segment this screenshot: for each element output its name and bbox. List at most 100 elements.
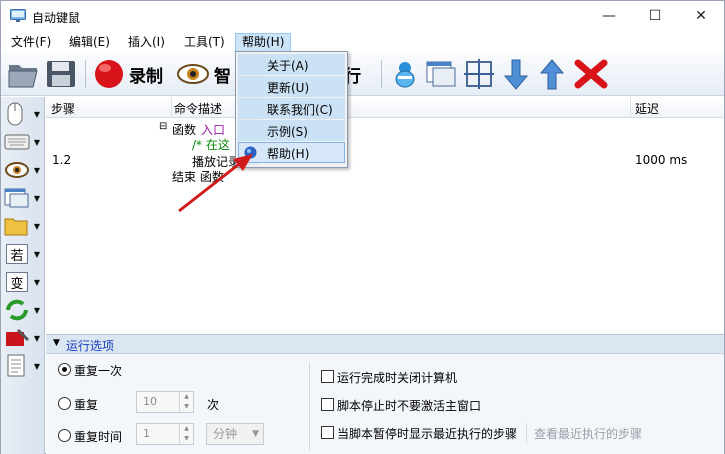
spinner-arrows-icon[interactable]: ▲ ▼	[179, 424, 193, 444]
title-bar: 自动键鼠 — ☐ ✕	[1, 1, 724, 31]
repeat-count-value: 10	[143, 395, 157, 408]
folder-icon	[4, 218, 28, 236]
show-recent-label: 当脚本暂停时显示最近执行的步骤	[337, 427, 518, 441]
radio-repeat[interactable]	[58, 397, 71, 410]
variable-command-button[interactable]: 变 ▼	[4, 269, 42, 295]
column-step[interactable]: 步骤	[51, 100, 75, 117]
side-toolbar: ▼ ▼ ▼ ▼ ▼ 若 ▼ 变 ▼ ▼ ▼ ▼	[1, 97, 45, 454]
file-command-button[interactable]: ▼	[4, 213, 42, 239]
about-label: 关于(A)	[267, 59, 309, 73]
record-label: 录制	[129, 66, 163, 87]
keyboard-icon	[4, 134, 30, 150]
view-recent-link: 查看最近执行的步骤	[534, 427, 643, 441]
menu-file[interactable]: 文件(F)	[5, 33, 57, 52]
more-command-button[interactable]: ▼	[4, 353, 42, 379]
variable-icon: 变	[6, 272, 28, 292]
run-options-header[interactable]: ▼ 运行选项	[46, 335, 724, 354]
repeat-time-value: 1	[143, 427, 150, 440]
eye-icon	[5, 162, 29, 178]
window-icon	[4, 188, 29, 208]
time-unit-value: 分钟	[213, 427, 238, 441]
window-button[interactable]	[425, 58, 457, 90]
checkbox-shutdown[interactable]	[321, 370, 334, 383]
floppy-disk-icon	[47, 61, 75, 87]
menu-item-contact[interactable]: 联系我们(C)	[238, 98, 345, 119]
chevron-down-icon: ▼	[33, 193, 40, 203]
window-command-button[interactable]: ▼	[4, 185, 42, 211]
column-command[interactable]: 命令描述	[174, 100, 222, 117]
crosshair-button[interactable]	[463, 58, 495, 90]
record-button[interactable]: 录制	[93, 58, 163, 90]
app-window: 自动键鼠 — ☐ ✕ 文件(F) 编辑(E) 插入(I) 工具(T) 帮助(H)	[0, 0, 725, 454]
no-activate-label: 脚本停止时不要激活主窗口	[337, 399, 482, 413]
close-button[interactable]: ✕	[678, 1, 724, 31]
mouse-icon	[7, 102, 23, 126]
eye-icon	[177, 64, 209, 84]
bug-icon	[395, 62, 415, 88]
chevron-down-icon: ▼	[252, 429, 259, 439]
delay-value[interactable]: 1000 ms	[635, 153, 687, 167]
delete-button[interactable]	[574, 58, 608, 90]
link-divider	[526, 423, 527, 443]
move-down-button[interactable]	[503, 58, 529, 90]
toolbar-separator	[381, 60, 382, 88]
run-options-title: 运行选项	[66, 339, 115, 353]
help-label: 帮助(H)	[267, 147, 310, 161]
collapse-arrow-icon: ▼	[53, 338, 60, 348]
column-divider[interactable]	[630, 97, 631, 118]
annotation-arrow-icon	[178, 154, 253, 213]
checkbox-no-activate[interactable]	[321, 398, 334, 411]
keyboard-command-button[interactable]: ▼	[4, 129, 42, 155]
spinner-arrows-icon[interactable]: ▲ ▼	[179, 392, 193, 412]
menu-item-about[interactable]: 关于(A)	[238, 54, 345, 75]
menu-insert[interactable]: 插入(I)	[122, 33, 171, 52]
shutdown-label: 运行完成时关闭计算机	[337, 371, 458, 385]
eye-command-button[interactable]: ▼	[4, 157, 42, 183]
mouse-command-button[interactable]: ▼	[4, 101, 42, 127]
move-up-button[interactable]	[539, 58, 565, 90]
chevron-down-icon: ▼	[33, 333, 40, 343]
column-delay[interactable]: 延迟	[635, 100, 659, 117]
collapse-icon[interactable]: ⊟	[159, 121, 167, 132]
times-unit-label: 次	[207, 398, 220, 412]
checkbox-show-recent[interactable]	[321, 426, 334, 439]
minimize-button[interactable]: —	[586, 1, 632, 31]
command-list[interactable]: 步骤 命令描述 延迟 ⊟ 函数 入口 /* 在这 1.2 播放记录 1000 m…	[46, 97, 724, 333]
repeat-time-stepper[interactable]: 1 ▲ ▼	[136, 423, 194, 445]
chevron-down-icon: ▼	[33, 109, 40, 119]
time-unit-select[interactable]: 分钟 ▼	[206, 423, 264, 445]
loop-command-button[interactable]: ▼	[4, 297, 42, 323]
radio-repeat-once[interactable]	[58, 363, 71, 376]
repeat-once-label: 重复一次	[74, 364, 123, 378]
delete-x-icon	[574, 59, 608, 89]
repeat-count-stepper[interactable]: 10 ▲ ▼	[136, 391, 194, 413]
chevron-down-icon: ▼	[33, 221, 40, 231]
debug-button[interactable]	[389, 58, 421, 90]
step-number[interactable]: 1.2	[52, 153, 71, 167]
repeat-label: 重复	[74, 398, 99, 412]
menu-tools[interactable]: 工具(T)	[178, 33, 231, 52]
window-title: 自动键鼠	[32, 11, 81, 25]
open-button[interactable]	[7, 58, 41, 90]
if-command-button[interactable]: 若 ▼	[4, 241, 42, 267]
chevron-down-icon: ▼	[33, 361, 40, 371]
column-divider[interactable]	[171, 97, 172, 118]
save-button[interactable]	[45, 58, 77, 90]
tools-command-button[interactable]: ▼	[4, 325, 42, 351]
menu-item-update[interactable]: 更新(U)	[238, 76, 345, 97]
menu-bar: 文件(F) 编辑(E) 插入(I) 工具(T) 帮助(H)	[1, 31, 724, 52]
chevron-down-icon: ▼	[33, 137, 40, 147]
menu-item-examples[interactable]: 示例(S)	[238, 120, 345, 141]
radio-repeat-time[interactable]	[58, 429, 71, 442]
maximize-button[interactable]: ☐	[632, 1, 678, 31]
update-label: 更新(U)	[267, 81, 310, 95]
folder-open-icon	[8, 65, 38, 88]
chevron-down-icon: ▼	[33, 277, 40, 287]
toolbar-separator	[85, 60, 86, 88]
menu-help[interactable]: 帮助(H)	[235, 33, 292, 52]
smart-button[interactable]: 智	[176, 58, 231, 90]
run-options-panel: ▼ 运行选项 重复一次 重复 10 ▲ ▼ 次 重复时间 1 ▲ ▼ 分钟 ▼ 运行…	[46, 334, 724, 454]
refresh-icon	[6, 299, 28, 321]
menu-edit[interactable]: 编辑(E)	[63, 33, 116, 52]
chevron-down-icon: ▼	[33, 305, 40, 315]
